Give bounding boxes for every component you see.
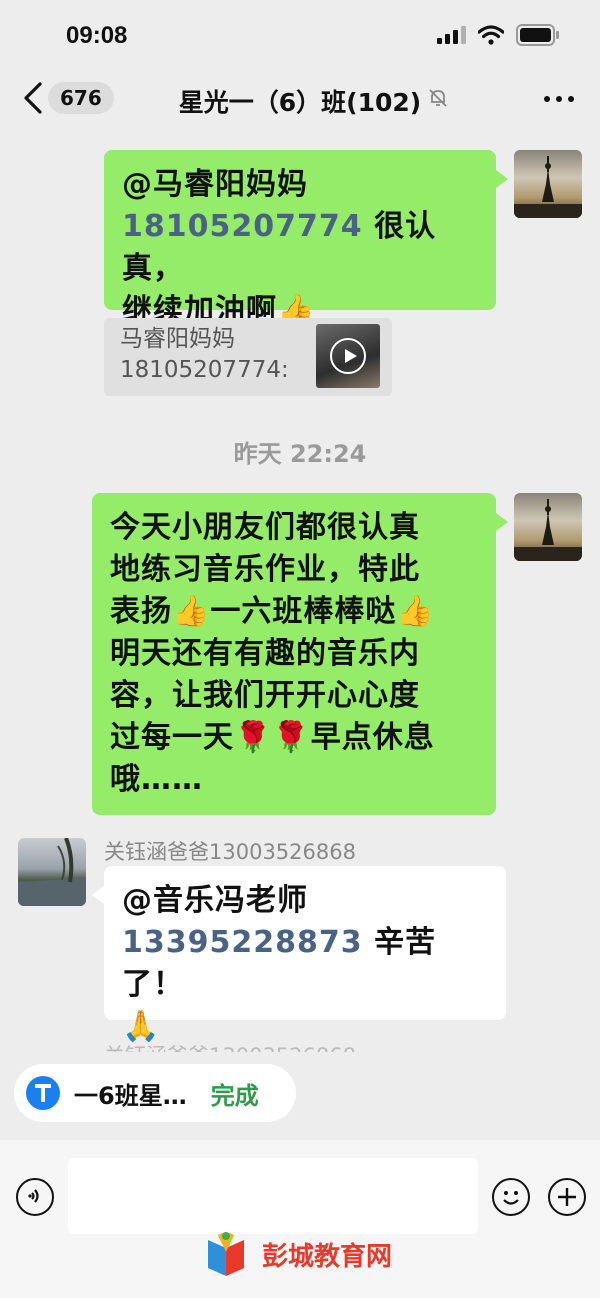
- thumbs-up-icon: 👍: [172, 594, 211, 629]
- message-text: 一六班棒棒哒: [210, 594, 397, 629]
- message-line: 哦……: [110, 762, 203, 797]
- message-line: 容，让我们开开心心度: [110, 678, 420, 713]
- avatar-self[interactable]: [514, 150, 582, 218]
- upload-icon: [26, 1076, 60, 1110]
- status-time: 09:08: [66, 22, 128, 49]
- book-logo-icon: [208, 1232, 244, 1276]
- voice-icon[interactable]: [16, 1178, 54, 1216]
- phone-link[interactable]: 18105207774: [122, 209, 363, 244]
- person-silhouette-icon: [514, 499, 582, 561]
- rose-icon: 🌹: [234, 720, 273, 755]
- status-bar: 09:08: [0, 0, 600, 68]
- phone-link[interactable]: 13395228873: [122, 925, 363, 960]
- thumbs-up-icon: 👍: [396, 594, 435, 629]
- wifi-icon: [478, 25, 504, 45]
- bell-off-icon: [429, 89, 447, 107]
- nav-bar: 676 星光一（6）班(102): [0, 68, 600, 130]
- plus-icon[interactable]: [548, 1178, 586, 1216]
- message-text: 过每一天: [110, 720, 234, 755]
- status-icons: [437, 24, 560, 46]
- video-thumbnail[interactable]: [316, 324, 380, 388]
- message-bubble-incoming[interactable]: @音乐冯老师 13395228873 辛苦了！ 🙏: [92, 866, 506, 1044]
- mention-text[interactable]: @马睿阳妈妈: [122, 167, 308, 202]
- message-input[interactable]: [68, 1158, 478, 1234]
- battery-icon: [516, 24, 559, 46]
- floating-task-pill[interactable]: 一6班星… 完成: [14, 1064, 296, 1122]
- message-line: 地练习音乐作业，特此: [110, 552, 420, 587]
- chat-title: 星光一（6）班(102): [178, 88, 422, 117]
- landscape-icon: [18, 838, 86, 906]
- message-timestamp: 昨天 22:24: [233, 440, 367, 468]
- more-icon[interactable]: [544, 96, 574, 102]
- sender-name: 关钰涵爸爸13003526868: [104, 840, 356, 864]
- pill-label: 一6班星…: [74, 1081, 187, 1110]
- message-text: 早点休息: [310, 720, 435, 755]
- avatar-self[interactable]: [514, 493, 582, 561]
- watermark-text: 彭城教育网: [262, 1241, 393, 1272]
- signal-icon: [437, 26, 466, 44]
- rose-icon: 🌹: [272, 720, 311, 755]
- person-silhouette-icon: [514, 156, 582, 218]
- pill-status[interactable]: 完成: [211, 1076, 259, 1111]
- sender-name-partial: 关钰涵爸爸13003526868: [104, 1040, 404, 1052]
- quoted-message[interactable]: 马睿阳妈妈 18105207774:: [104, 318, 392, 396]
- pray-icon: 🙏: [122, 1009, 161, 1044]
- play-icon: [330, 338, 366, 374]
- message-text: 表扬: [110, 594, 172, 629]
- smiley-icon[interactable]: [492, 1178, 530, 1216]
- message-bubble-outgoing[interactable]: @马睿阳妈妈 18105207774 很认真， 继续加油啊👍: [104, 150, 508, 328]
- watermark: 彭城教育网: [200, 1228, 392, 1280]
- message-line: 明天还有有趣的音乐内: [110, 636, 420, 671]
- mention-text[interactable]: @音乐冯老师: [122, 883, 308, 918]
- avatar-sender[interactable]: [18, 838, 86, 906]
- message-bubble-outgoing[interactable]: 今天小朋友们都很认真 地练习音乐作业，特此 表扬👍一六班棒棒哒👍 明天还有有趣的…: [92, 493, 508, 815]
- message-line: 今天小朋友们都很认真: [110, 510, 420, 545]
